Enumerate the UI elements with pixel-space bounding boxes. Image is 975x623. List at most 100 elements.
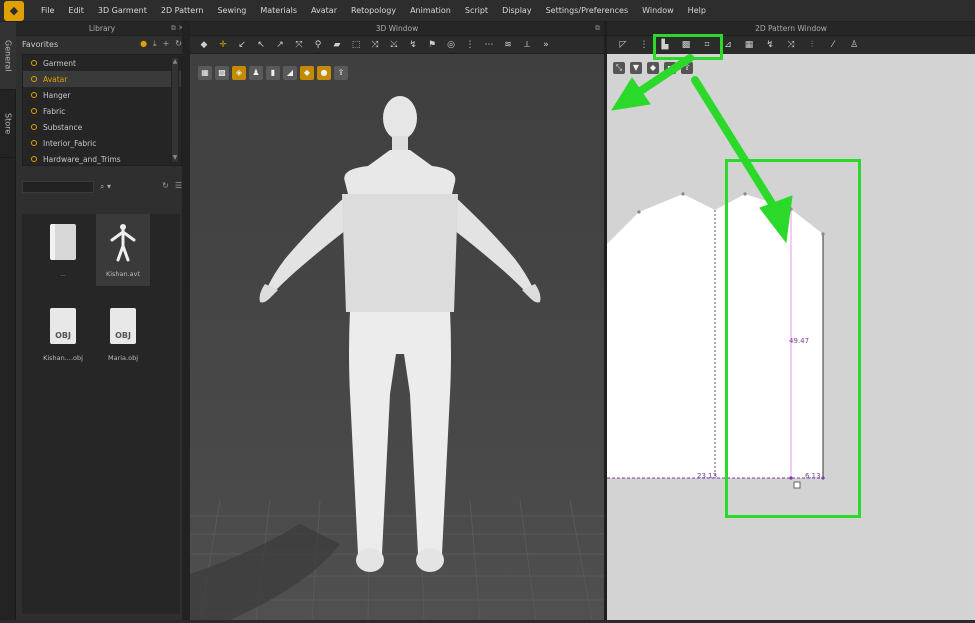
tab-store[interactable]: Store xyxy=(0,90,16,158)
scroll-track xyxy=(172,66,178,154)
favorite-item-interior-fabric[interactable]: Interior_Fabric xyxy=(23,135,181,151)
menu-edit[interactable]: Edit xyxy=(61,6,91,15)
menu-materials[interactable]: Materials xyxy=(253,6,304,15)
favorite-item-substance[interactable]: Substance xyxy=(23,119,181,135)
free-sew-icon[interactable]: ↯ xyxy=(407,39,419,51)
menu-3d-garment[interactable]: 3D Garment xyxy=(91,6,154,15)
menu-display[interactable]: Display xyxy=(495,6,539,15)
highlight-pattern-box xyxy=(725,159,861,518)
favorite-label: Garment xyxy=(43,58,76,68)
favorites-scrollbar[interactable]: ▲ ▼ xyxy=(171,57,179,163)
tape-icon[interactable]: ⤧ xyxy=(293,39,305,51)
scroll-up-icon[interactable]: ▲ xyxy=(172,58,178,66)
menu-help[interactable]: Help xyxy=(681,6,713,15)
button-icon[interactable]: ◎ xyxy=(445,39,457,51)
favorite-label: Fabric xyxy=(43,106,66,116)
refresh-icon[interactable]: ↻ xyxy=(175,39,182,49)
pin-icon[interactable]: ⚲ xyxy=(312,39,324,51)
puckering-icon[interactable]: ≋ xyxy=(502,39,514,51)
texture-icon[interactable]: ▩ xyxy=(215,66,229,80)
favorite-item-garment[interactable]: Garment xyxy=(23,55,181,71)
zipper-icon[interactable]: ⋮ xyxy=(464,39,476,51)
lock-icon[interactable]: ▪ xyxy=(664,62,676,74)
menu-2d-pattern[interactable]: 2D Pattern xyxy=(154,6,211,15)
menu-settings[interactable]: Settings/Preferences xyxy=(539,6,636,15)
favorite-label: Avatar xyxy=(43,74,68,84)
grading-icon[interactable]: ▦ xyxy=(743,39,755,51)
obj-file-icon: OBJ xyxy=(50,308,76,344)
avatar-show-icon[interactable]: ♟ xyxy=(249,66,263,80)
favorite-item-hanger[interactable]: Hanger xyxy=(23,87,181,103)
tshirt-front-panel[interactable] xyxy=(342,194,458,312)
add-icon[interactable]: + xyxy=(163,39,170,49)
measure-icon[interactable]: ⟂ xyxy=(521,39,533,51)
sew-icon[interactable]: ⤨ xyxy=(369,39,381,51)
shirt-icon[interactable]: ♙ xyxy=(848,39,860,51)
topstitch-icon[interactable]: ⋯ xyxy=(483,39,495,51)
panel-controls-icon[interactable]: ⧉ xyxy=(595,24,600,33)
menu-animation[interactable]: Animation xyxy=(403,6,458,15)
arrange-icon[interactable]: ⬚ xyxy=(350,39,362,51)
transform-pattern-icon[interactable]: ◸ xyxy=(617,39,629,51)
library-title-bar: Library ⧉ ✕ xyxy=(16,22,188,36)
move-icon[interactable]: ✛ xyxy=(217,39,229,51)
favorite-item-avatar[interactable]: Avatar xyxy=(23,71,181,87)
scroll-down-icon[interactable]: ▼ xyxy=(172,154,178,162)
segment-sew-icon[interactable]: ⤩ xyxy=(388,39,400,51)
library-splitter[interactable] xyxy=(182,22,190,620)
menu-script[interactable]: Script xyxy=(458,6,495,15)
transform-icon[interactable]: ↗ xyxy=(274,39,286,51)
refresh-icon[interactable]: ↻ xyxy=(162,181,169,190)
stress-map-icon[interactable]: ◈ xyxy=(232,66,246,80)
favorite-label: Interior_Fabric xyxy=(43,138,97,148)
avatar-figure-icon xyxy=(110,224,136,262)
skin-icon[interactable]: ● xyxy=(317,66,331,80)
surface-icon[interactable]: ◢ xyxy=(283,66,297,80)
garment-icon[interactable]: ◆ xyxy=(300,66,314,80)
filter-icon[interactable]: ▼ xyxy=(630,62,642,74)
menu-avatar[interactable]: Avatar xyxy=(304,6,344,15)
library-search-input[interactable] xyxy=(22,181,94,193)
tab-general[interactable]: General xyxy=(0,22,16,90)
texture-2d-icon[interactable]: ◆ xyxy=(647,62,659,74)
favorite-toggle-icon[interactable]: ● xyxy=(140,39,147,49)
favorite-bullet-icon xyxy=(31,156,37,162)
file-thumb: OBJ xyxy=(48,306,78,346)
import-icon[interactable]: ⤓ xyxy=(153,39,157,49)
more-tools-icon[interactable]: » xyxy=(540,39,552,51)
file-item-parent-folder[interactable]: .. xyxy=(36,214,90,286)
file-item-maria-obj[interactable]: OBJ Maria.obj xyxy=(96,298,150,370)
avatar-hide-icon[interactable]: ▮ xyxy=(266,66,280,80)
window-2d-title: 2D Pattern Window xyxy=(755,24,827,33)
side-tab-strip: General Store xyxy=(0,22,16,620)
dart-icon[interactable]: ⊿ xyxy=(722,39,734,51)
library-panel: Library ⧉ ✕ Favorites ● ⤓ + ↻ Garment Av… xyxy=(16,22,188,620)
menu-sewing[interactable]: Sewing xyxy=(210,6,253,15)
snapshot-icon[interactable]: ⇪ xyxy=(334,66,348,80)
seam-line-icon[interactable]: ↯ xyxy=(764,39,776,51)
export-icon[interactable]: ⇪ xyxy=(681,62,693,74)
menu-retopology[interactable]: Retopology xyxy=(344,6,403,15)
menu-window[interactable]: Window xyxy=(635,6,681,15)
favorite-item-fabric[interactable]: Fabric xyxy=(23,103,181,119)
fold-icon[interactable]: ▰ xyxy=(331,39,343,51)
segment-sew-2d-icon[interactable]: ⤨ xyxy=(785,39,797,51)
edit-pattern-icon[interactable]: ⋮ xyxy=(638,39,650,51)
file-item-kishan-avt[interactable]: Kishan.avt xyxy=(96,214,150,286)
menu-file[interactable]: File xyxy=(34,6,61,15)
pattern-piece-back[interactable] xyxy=(607,194,715,478)
viewport-3d[interactable] xyxy=(190,54,604,620)
free-sew-2d-icon[interactable]: ⫶ xyxy=(806,39,818,51)
display-tool-icon[interactable]: ⤡ xyxy=(613,62,625,74)
trace-icon[interactable]: ⁄ xyxy=(827,39,839,51)
list-view-icon[interactable]: ☰ xyxy=(175,181,182,190)
brush-icon[interactable]: ↙ xyxy=(236,39,248,51)
file-item-kishan-obj[interactable]: OBJ Kishan....obj xyxy=(36,298,90,370)
fabric-display-icon[interactable]: ▦ xyxy=(198,66,212,80)
tack-icon[interactable]: ⚑ xyxy=(426,39,438,51)
search-icon[interactable]: ⌕ ▾ xyxy=(100,182,111,192)
edit-point-icon[interactable]: ↖ xyxy=(255,39,267,51)
select-icon[interactable]: ◆ xyxy=(198,39,210,51)
favorite-item-hardware-trims[interactable]: Hardware_and_Trims xyxy=(23,151,181,167)
app-logo-icon[interactable]: ◆ xyxy=(4,0,24,21)
